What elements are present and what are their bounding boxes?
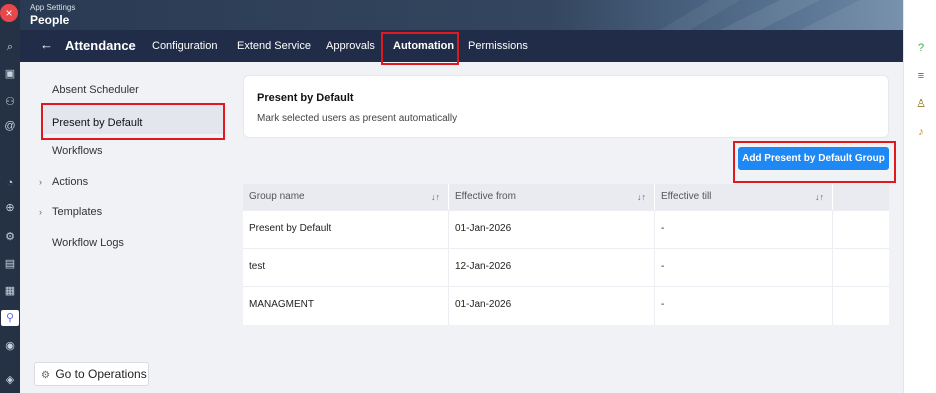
cell-group-name: Present by Default	[243, 211, 449, 249]
column-effective-from[interactable]: Effective from ↓↑	[449, 184, 655, 210]
cell-group-name: test	[243, 249, 449, 287]
go-to-operations-label: Go to Operations	[55, 367, 147, 381]
user-icon[interactable]: ♙	[913, 96, 929, 112]
at-icon[interactable]: @	[2, 118, 18, 134]
back-arrow-icon[interactable]: ←	[40, 37, 53, 52]
column-header-label: Effective till	[661, 191, 712, 202]
sort-icon[interactable]: ↓↑	[637, 184, 646, 210]
calendar-icon[interactable]: ▦	[2, 283, 18, 299]
sidebar-item-workflows[interactable]: Workflows	[52, 145, 103, 157]
form-icon[interactable]: ▣	[2, 66, 18, 82]
top-nav: ← Attendance Configuration Extend Servic…	[20, 30, 903, 62]
bell-icon[interactable]: ♪	[913, 124, 929, 140]
module-title: Attendance	[65, 38, 136, 53]
page-title: People	[30, 13, 70, 27]
cell-effective-till: -	[655, 211, 833, 249]
table-row[interactable]: MANAGMENT 01-Jan-2026 -	[243, 286, 889, 325]
automation-icon[interactable]: ⚲	[1, 310, 19, 326]
column-header-label: Effective from	[455, 191, 516, 202]
sidebar-item-templates[interactable]: Templates	[52, 206, 102, 218]
sort-icon[interactable]: ↓↑	[815, 184, 824, 210]
cell-effective-from: 01-Jan-2026	[449, 211, 655, 249]
dashboard-icon[interactable]: ◔	[2, 175, 18, 191]
sort-icon[interactable]: ↓↑	[431, 184, 440, 210]
column-effective-till[interactable]: Effective till ↓↑	[655, 184, 833, 210]
card-description: Mark selected users as present automatic…	[257, 113, 458, 124]
table-header: Group name ↓↑ Effective from ↓↑ Effectiv…	[243, 184, 889, 210]
org-icon[interactable]: ⚇	[2, 94, 18, 110]
tab-extend-service[interactable]: Extend Service	[237, 40, 311, 52]
search-icon[interactable]: ⌕	[2, 39, 18, 55]
column-header-label: Group name	[249, 191, 305, 202]
sidebar-item-workflow-logs[interactable]: Workflow Logs	[52, 237, 124, 249]
tab-configuration[interactable]: Configuration	[152, 40, 217, 52]
cell-effective-till: -	[655, 249, 833, 287]
settings-icon[interactable]: ⚙	[2, 229, 18, 245]
chevron-right-icon[interactable]: ›	[39, 177, 42, 187]
sidebar-item-actions[interactable]: Actions	[52, 176, 88, 188]
location-icon[interactable]: ◉	[2, 338, 18, 354]
cell-effective-from: 01-Jan-2026	[449, 287, 655, 325]
box-icon[interactable]: ▤	[2, 256, 18, 272]
help-icon[interactable]: ?	[913, 40, 929, 56]
column-group-name[interactable]: Group name ↓↑	[243, 184, 449, 210]
sidebar-item-absent-scheduler[interactable]: Absent Scheduler	[52, 84, 139, 96]
go-to-operations-button[interactable]: ⚙ Go to Operations	[34, 362, 149, 386]
table-row[interactable]: test 12-Jan-2026 -	[243, 248, 889, 287]
table-row[interactable]: Present by Default 01-Jan-2026 -	[243, 210, 889, 249]
card-title: Present by Default	[257, 92, 354, 104]
tag-icon[interactable]: ◈	[2, 372, 18, 388]
chevron-right-icon[interactable]: ›	[39, 207, 42, 217]
right-rail: ? ≡ ♙ ♪	[903, 0, 936, 393]
tab-permissions[interactable]: Permissions	[468, 40, 528, 52]
groups-table: Group name ↓↑ Effective from ↓↑ Effectiv…	[243, 184, 889, 325]
sidebar-highlight	[41, 103, 225, 140]
app-window: × ⌕ ▣ ⚇ @ ◔ ⊕ ⚙ ▤ ▦ ⚲ ◉ ◈ App Settings People ← Att…	[0, 0, 936, 393]
app-header: App Settings People	[20, 0, 903, 30]
cell-group-name: MANAGMENT	[243, 287, 449, 325]
app-settings-label: App Settings	[30, 3, 76, 12]
left-rail: × ⌕ ▣ ⚇ @ ◔ ⊕ ⚙ ▤ ▦ ⚲ ◉ ◈	[0, 0, 20, 393]
automation-tab-highlight	[381, 32, 459, 65]
globe-icon[interactable]: ⊕	[2, 200, 18, 216]
cell-effective-from: 12-Jan-2026	[449, 249, 655, 287]
header-decoration	[660, 0, 903, 30]
tab-approvals[interactable]: Approvals	[326, 40, 375, 52]
cell-effective-till: -	[655, 287, 833, 325]
operations-icon: ⚙	[41, 370, 50, 381]
info-card: Present by Default Mark selected users a…	[243, 75, 889, 138]
close-icon[interactable]: ×	[0, 4, 18, 22]
add-task-icon[interactable]: ≡	[913, 68, 929, 84]
add-button-highlight	[733, 141, 896, 183]
